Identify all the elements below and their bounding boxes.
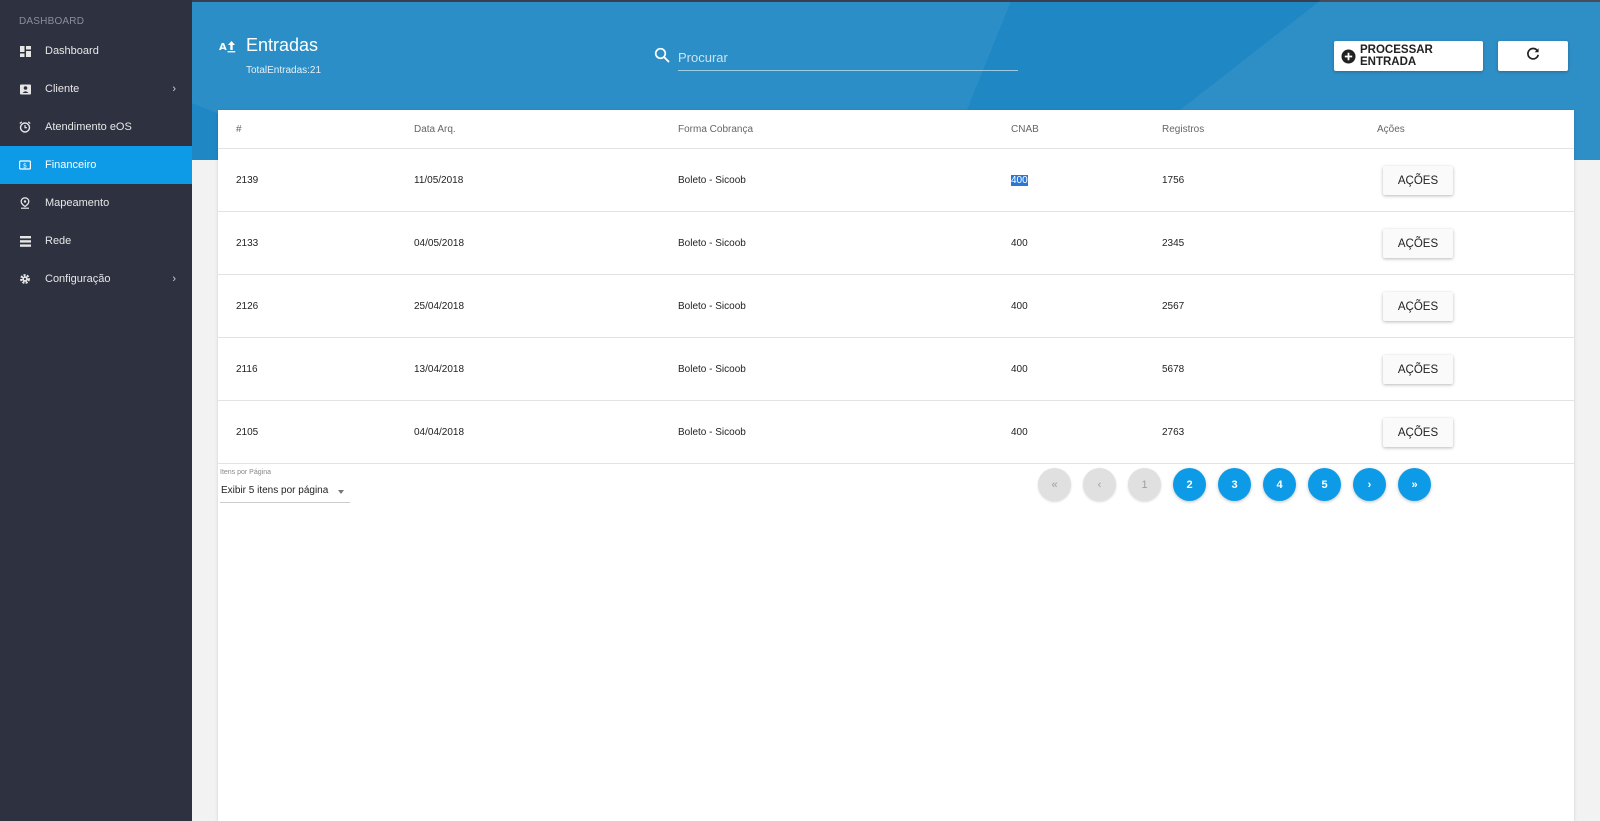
sidebar-item-rede[interactable]: Rede: [0, 222, 192, 260]
cell-cnab: 400: [1011, 301, 1028, 312]
cell-registros: 2567: [1162, 301, 1185, 312]
cell-date: 13/04/2018: [414, 364, 465, 375]
cell-id: 2126: [236, 301, 259, 312]
upload-letter-icon: A: [219, 38, 237, 54]
sidebar-item-label: Financeiro: [45, 159, 97, 171]
gear-icon: [19, 273, 31, 285]
page-button-4[interactable]: 4: [1263, 468, 1296, 501]
cell-registros: 2345: [1162, 238, 1185, 249]
table-row: 2133 04/05/2018 Boleto - Sicoob 400 2345…: [218, 212, 1574, 275]
page-button-3[interactable]: 3: [1218, 468, 1251, 501]
search-bar: [652, 44, 1018, 72]
cell-date: 04/04/2018: [414, 427, 465, 438]
previous-page-button[interactable]: ‹: [1083, 468, 1116, 501]
last-page-button[interactable]: »: [1398, 468, 1431, 501]
cell-forma: Boleto - Sicoob: [678, 427, 746, 438]
cell-cnab: 400: [1011, 238, 1028, 249]
cell-registros: 2763: [1162, 427, 1185, 438]
column-header-registros[interactable]: Registros: [1162, 124, 1204, 135]
map-pin-icon: [19, 197, 31, 209]
table-row: 2105 04/04/2018 Boleto - Sicoob 400 2763…: [218, 401, 1574, 464]
money-icon: $: [19, 159, 31, 171]
contact-card-icon: [19, 83, 31, 95]
per-page-select[interactable]: Exibir 5 itens por página: [220, 483, 350, 503]
actions-button[interactable]: AÇÕES: [1383, 355, 1453, 384]
cell-date: 04/05/2018: [414, 238, 465, 249]
cell-id: 2105: [236, 427, 259, 438]
actions-button[interactable]: AÇÕES: [1383, 292, 1453, 321]
sidebar-header: DASHBOARD: [19, 16, 85, 27]
sidebar-item-dashboard[interactable]: Dashboard: [0, 32, 192, 70]
process-entry-label: PROCESSAR ENTRADA: [1360, 44, 1433, 68]
cell-id: 2139: [236, 175, 259, 186]
cell-cnab-selected: 400: [1011, 175, 1028, 186]
total-count-label: TotalEntradas:21: [246, 65, 322, 76]
dashboard-icon: [19, 45, 31, 57]
cell-cnab: 400: [1011, 427, 1028, 438]
cell-cnab: 400: [1011, 364, 1028, 375]
cell-forma: Boleto - Sicoob: [678, 238, 746, 249]
add-circle-icon: [1341, 49, 1356, 64]
server-rack-icon: [19, 235, 31, 247]
column-header-acoes: Ações: [1377, 124, 1405, 135]
cell-date: 11/05/2018: [414, 175, 464, 186]
cell-id: 2116: [236, 364, 258, 375]
caret-down-icon: [338, 490, 344, 494]
actions-button[interactable]: AÇÕES: [1383, 166, 1453, 195]
alarm-clock-icon: [19, 121, 31, 133]
sidebar-item-cliente[interactable]: Cliente ›: [0, 70, 192, 108]
column-header-id[interactable]: #: [236, 124, 242, 135]
page-button-5[interactable]: 5: [1308, 468, 1341, 501]
per-page-value: Exibir 5 itens por página: [221, 485, 329, 496]
cell-forma: Boleto - Sicoob: [678, 301, 746, 312]
next-page-button[interactable]: ›: [1353, 468, 1386, 501]
table-header: # Data Arq. Forma Cobrança CNAB Registro…: [218, 110, 1574, 149]
page-title: Entradas: [246, 35, 319, 55]
search-input[interactable]: [678, 44, 1018, 71]
chevron-right-icon: ›: [172, 273, 176, 285]
sidebar-item-label: Cliente: [45, 83, 80, 95]
sidebar-item-label: Atendimento eOS: [45, 121, 132, 133]
entries-table-card: # Data Arq. Forma Cobrança CNAB Registro…: [218, 110, 1574, 821]
cell-forma: Boleto - Sicoob: [678, 364, 746, 375]
sidebar-item-financeiro[interactable]: $ Financeiro: [0, 146, 192, 184]
cell-date: 25/04/2018: [414, 301, 465, 312]
svg-text:$: $: [23, 162, 27, 170]
sidebar-item-label: Rede: [45, 235, 72, 247]
sidebar-item-label: Mapeamento: [45, 197, 110, 209]
banner-topline: [192, 0, 1600, 2]
table-row: 2139 11/05/2018 Boleto - Sicoob 400 1756…: [218, 149, 1574, 212]
cell-registros: 5678: [1162, 364, 1185, 375]
sidebar-item-label: Configuração: [45, 273, 111, 285]
cell-forma: Boleto - Sicoob: [678, 175, 746, 186]
page-button-2[interactable]: 2: [1173, 468, 1206, 501]
sidebar: DASHBOARD Dashboard Cliente › Atendiment…: [0, 0, 192, 821]
process-entry-button[interactable]: PROCESSAR ENTRADA: [1334, 41, 1483, 71]
column-header-date[interactable]: Data Arq.: [414, 124, 456, 135]
actions-button[interactable]: AÇÕES: [1383, 418, 1453, 447]
refresh-button[interactable]: [1498, 41, 1568, 71]
actions-button[interactable]: AÇÕES: [1383, 229, 1453, 258]
search-icon: [654, 47, 670, 63]
cell-id: 2133: [236, 238, 259, 249]
table-row: 2126 25/04/2018 Boleto - Sicoob 400 2567…: [218, 275, 1574, 338]
sidebar-item-configuracao[interactable]: Configuração ›: [0, 260, 192, 298]
sidebar-item-mapeamento[interactable]: Mapeamento: [0, 184, 192, 222]
sidebar-item-label: Dashboard: [45, 45, 99, 57]
page-button-1[interactable]: 1: [1128, 468, 1161, 501]
refresh-icon: [1526, 47, 1540, 66]
column-header-forma[interactable]: Forma Cobrança: [678, 124, 753, 135]
column-header-cnab[interactable]: CNAB: [1011, 124, 1039, 135]
svg-text:A: A: [219, 42, 227, 53]
chevron-right-icon: ›: [172, 83, 176, 95]
cell-registros: 1756: [1162, 175, 1185, 186]
first-page-button[interactable]: «: [1038, 468, 1071, 501]
table-row: 2116 13/04/2018 Boleto - Sicoob 400 5678…: [218, 338, 1574, 401]
sidebar-item-atendimento[interactable]: Atendimento eOS: [0, 108, 192, 146]
per-page-label: Itens por Página: [220, 469, 271, 476]
